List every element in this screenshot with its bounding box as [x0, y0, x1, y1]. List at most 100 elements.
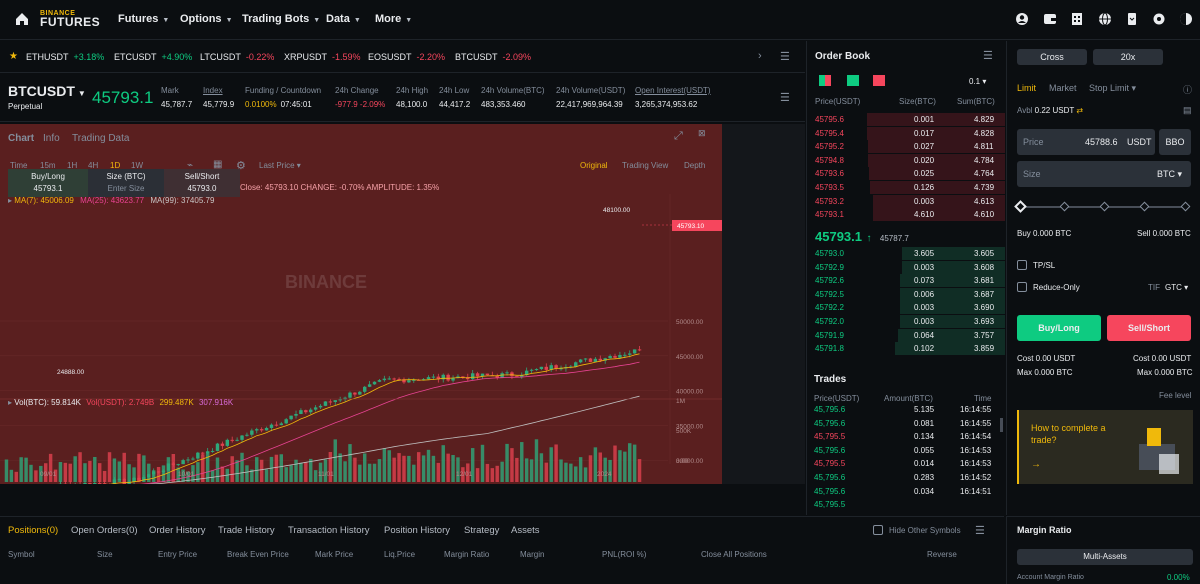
orderbook-row[interactable]: 45793.5 0.126 4.739: [807, 181, 1005, 195]
tab-transaction-history[interactable]: Transaction History: [288, 525, 369, 536]
slider-mark[interactable]: [1139, 201, 1150, 212]
settings-sliders-icon[interactable]: ☰: [975, 524, 985, 537]
ticker-item[interactable]: XRPUSDT -1.59%: [284, 52, 361, 62]
tab-stop-limit[interactable]: Stop Limit ▾: [1089, 83, 1136, 94]
margin-mode-button[interactable]: Cross: [1017, 49, 1087, 65]
symbol-selector[interactable]: BTCUSDT ▼: [8, 83, 86, 99]
scrollbar[interactable]: [1000, 418, 1003, 432]
settings-sliders-icon[interactable]: ☰: [780, 50, 790, 63]
wallet-icon[interactable]: [1043, 12, 1057, 26]
settings-sliders-icon[interactable]: ☰: [780, 91, 790, 104]
volume-bar: [539, 453, 544, 482]
volume-bar: [83, 463, 87, 482]
orderbook-row[interactable]: 45793.0 3.605 3.605: [807, 247, 1005, 261]
reduce-only-checkbox[interactable]: [1017, 282, 1027, 292]
orderbook-row[interactable]: 45795.2 0.027 4.811: [807, 140, 1005, 154]
bids-view-icon[interactable]: [847, 75, 859, 86]
column-header[interactable]: Close All Positions: [701, 550, 767, 559]
orderbook-row[interactable]: 45793.2 0.003 4.613: [807, 194, 1005, 209]
orderbook-row[interactable]: 45795.4 0.017 4.828: [807, 126, 1005, 141]
tab-market[interactable]: Market: [1049, 83, 1077, 93]
slider-handle[interactable]: [1014, 200, 1027, 213]
slider-mark[interactable]: [1180, 201, 1191, 212]
gear-icon[interactable]: [1152, 12, 1166, 26]
orderbook-row[interactable]: 45793.1 4.610 4.610: [807, 208, 1005, 222]
tab-trade-history[interactable]: Trade History: [218, 525, 275, 536]
slider-mark[interactable]: [1059, 201, 1070, 212]
candle: [578, 359, 583, 363]
tab-order-history[interactable]: Order History: [149, 525, 205, 536]
globe-icon[interactable]: [1098, 12, 1112, 26]
orderbook-row[interactable]: 45793.6 0.025 4.764: [807, 167, 1005, 181]
user-icon[interactable]: [1015, 12, 1029, 26]
sell-short-button[interactable]: Sell/Short: [1107, 315, 1191, 341]
size-input[interactable]: Size BTC ▾: [1017, 161, 1191, 187]
orders-icon[interactable]: [1070, 12, 1084, 26]
nav-more[interactable]: More ▼: [375, 13, 412, 25]
home-icon[interactable]: [14, 11, 30, 27]
settings-sliders-icon[interactable]: ☰: [983, 49, 993, 62]
candle: [274, 424, 279, 426]
tif-select[interactable]: GTC ▾: [1165, 283, 1188, 292]
ticker-item[interactable]: BTCUSDT -2.09%: [455, 52, 531, 62]
orderbook-row[interactable]: 45792.9 0.003 3.608: [807, 260, 1005, 275]
bbo-button[interactable]: BBO: [1159, 129, 1191, 155]
orderbook-row[interactable]: 45792.0 0.003 3.693: [807, 315, 1005, 329]
slider-mark[interactable]: [1099, 201, 1110, 212]
price-input[interactable]: Price 45788.6 USDT: [1017, 129, 1155, 155]
ticker-item[interactable]: EOSUSDT -2.20%: [368, 52, 445, 62]
nav-futures[interactable]: Futures ▼: [118, 13, 169, 25]
download-icon[interactable]: [1125, 12, 1139, 26]
volume-bar: [495, 465, 499, 482]
multi-assets-button[interactable]: Multi-Assets: [1017, 549, 1193, 565]
orderbook-row[interactable]: 45795.6 0.001 4.829: [807, 113, 1005, 127]
theme-icon[interactable]: [1179, 12, 1193, 26]
date-tick: 2024: [597, 471, 612, 478]
tab-positions-[interactable]: Positions(0): [8, 525, 58, 536]
asks-view-icon[interactable]: [873, 75, 885, 86]
promo-card[interactable]: How to complete a trade? →: [1017, 410, 1193, 484]
tpsl-checkbox[interactable]: [1017, 260, 1027, 270]
nav-options[interactable]: Options ▼: [180, 13, 233, 25]
leverage-button[interactable]: 20x: [1093, 49, 1163, 65]
decimal-select[interactable]: 0.1 ▾: [969, 77, 986, 86]
tab-position-history[interactable]: Position History: [384, 525, 450, 536]
orderbook-row[interactable]: 45792.5 0.006 3.687: [807, 287, 1005, 302]
nav-data[interactable]: Data ▼: [326, 13, 361, 25]
calculator-icon[interactable]: ▤: [1183, 105, 1192, 116]
candle: [250, 430, 254, 435]
tab-assets[interactable]: Assets: [511, 525, 540, 536]
chevron-right-icon[interactable]: ›: [758, 50, 762, 62]
orderbook-row[interactable]: 45791.9 0.064 3.757: [807, 328, 1005, 343]
both-sides-view-icon[interactable]: [819, 75, 831, 86]
candlestick-chart[interactable]: 50000.0045000.0040000.0035000.0030000.00…: [0, 124, 722, 484]
star-icon[interactable]: ★: [9, 51, 18, 62]
tab-limit[interactable]: Limit: [1017, 83, 1036, 93]
tab-open-orders-[interactable]: Open Orders(0): [71, 525, 138, 536]
chart-panel[interactable]: Chart Info Trading Data ⤢ ⊠ Time 15m 1H 4H 1…: [0, 124, 722, 484]
ticker-item[interactable]: LTCUSDT -0.22%: [200, 52, 274, 62]
ticker-item[interactable]: ETHUSDT +3.18%: [26, 52, 104, 62]
candle: [362, 386, 367, 392]
orderbook-row[interactable]: 45794.8 0.020 4.784: [807, 153, 1005, 168]
volume-bar: [348, 444, 352, 482]
volume-bar: [475, 468, 480, 482]
buy-long-button[interactable]: Buy/Long: [1017, 315, 1101, 341]
volume-bar: [456, 457, 460, 482]
nav-trading-bots[interactable]: Trading Bots ▼: [242, 13, 320, 25]
volume-bar: [637, 459, 642, 482]
orderbook-row[interactable]: 45792.2 0.003 3.690: [807, 301, 1005, 315]
candle: [426, 377, 431, 380]
fee-level-link[interactable]: Fee level: [1159, 391, 1191, 400]
info-icon[interactable]: ⓘ: [1183, 83, 1192, 96]
orderbook-row[interactable]: 45792.6 0.073 3.681: [807, 274, 1005, 288]
orderbook-row[interactable]: 45791.8 0.102 3.859: [807, 342, 1005, 356]
binance-futures-logo[interactable]: BINANCE FUTURES: [40, 10, 100, 28]
tab-strategy[interactable]: Strategy: [464, 525, 499, 536]
ticker-item[interactable]: ETCUSDT +4.90%: [114, 52, 192, 62]
ma25-line: [139, 361, 640, 484]
hide-other-checkbox[interactable]: [873, 525, 883, 535]
volume-bar: [220, 466, 225, 482]
candle: [588, 358, 593, 362]
volume-bar: [235, 460, 239, 482]
